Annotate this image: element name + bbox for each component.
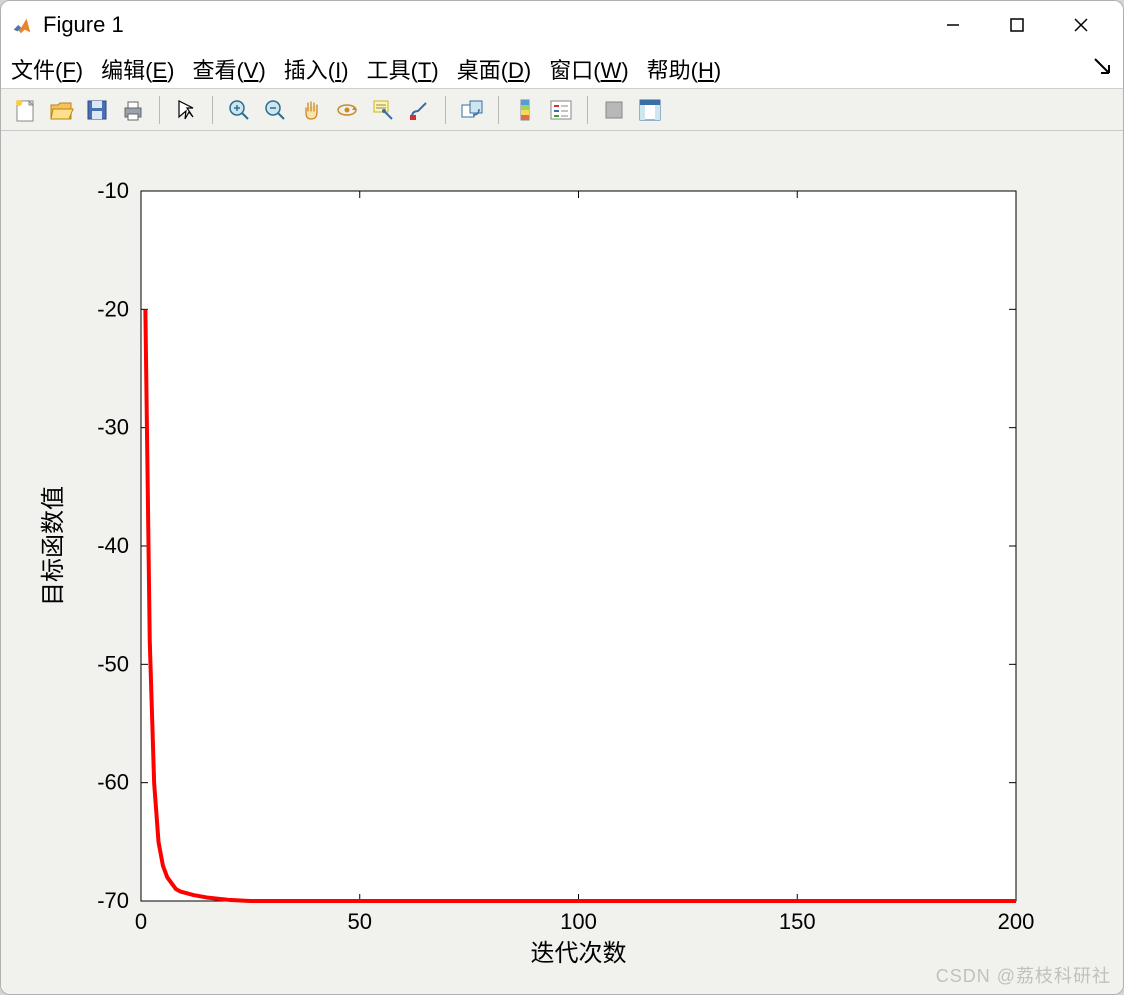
menu-help[interactable]: 帮助(H) [647,53,722,85]
menu-desktop[interactable]: 桌面(D) [457,53,532,85]
minimize-button[interactable] [921,1,985,49]
svg-text:-40: -40 [97,533,129,558]
svg-text:50: 50 [348,909,372,934]
svg-text:迭代次数: 迭代次数 [531,940,627,967]
menu-edit[interactable]: 编辑(E) [101,53,174,85]
print-button[interactable] [117,94,149,126]
svg-text:0: 0 [135,909,147,934]
menu-tools[interactable]: 工具(T) [367,53,439,85]
menubar: 文件(F) 编辑(E) 查看(V) 插入(I) 工具(T) 桌面(D) 窗口(W… [1,49,1123,89]
rotate-3d-button[interactable] [331,94,363,126]
matlab-icon [11,14,33,36]
toolbar-separator [159,96,160,124]
toolbar-separator [212,96,213,124]
plot-area[interactable]: 0 50 100 150 200 -10 -20 -30 -40 -50 -60 -70 迭代次数 目标函… [1,131,1123,994]
toolbar-separator [587,96,588,124]
insert-legend-button[interactable] [545,94,577,126]
insert-colorbar-button[interactable] [509,94,541,126]
link-data-button[interactable] [456,94,488,126]
svg-text:目标函数值: 目标函数值 [40,486,67,606]
hide-plot-tools-button[interactable] [598,94,630,126]
new-figure-button[interactable] [9,94,41,126]
window-controls [921,1,1113,49]
edit-plot-button[interactable] [170,94,202,126]
menu-insert[interactable]: 插入(I) [284,53,349,85]
svg-text:-30: -30 [97,415,129,440]
maximize-button[interactable] [985,1,1049,49]
svg-text:-50: -50 [97,651,129,676]
menu-view[interactable]: 查看(V) [192,53,265,85]
open-button[interactable] [45,94,77,126]
pan-button[interactable] [295,94,327,126]
show-plot-tools-button[interactable] [634,94,666,126]
brush-button[interactable] [403,94,435,126]
titlebar: Figure 1 [1,1,1123,49]
save-button[interactable] [81,94,113,126]
zoom-in-button[interactable] [223,94,255,126]
svg-text:150: 150 [779,909,816,934]
figure-window: Figure 1 文件(F) 编辑(E) 查看(V) 插入(I) 工具(T) 桌… [0,0,1124,995]
dock-arrow-icon[interactable] [1093,57,1111,75]
toolbar-separator [498,96,499,124]
close-button[interactable] [1049,1,1113,49]
svg-text:-20: -20 [97,296,129,321]
axes[interactable]: 0 50 100 150 200 -10 -20 -30 -40 -50 -60 -70 迭代次数 目标函… [1,131,1123,993]
data-cursor-button[interactable] [367,94,399,126]
svg-text:100: 100 [560,909,597,934]
menu-window[interactable]: 窗口(W) [549,53,628,85]
svg-text:200: 200 [998,909,1035,934]
toolbar-separator [445,96,446,124]
svg-text:-70: -70 [97,888,129,913]
menu-file[interactable]: 文件(F) [11,53,83,85]
svg-text:-10: -10 [97,178,129,203]
window-title: Figure 1 [43,12,124,38]
zoom-out-button[interactable] [259,94,291,126]
svg-text:-60: -60 [97,770,129,795]
toolbar [1,89,1123,131]
watermark-text: CSDN @荔枝科研社 [936,962,1111,988]
